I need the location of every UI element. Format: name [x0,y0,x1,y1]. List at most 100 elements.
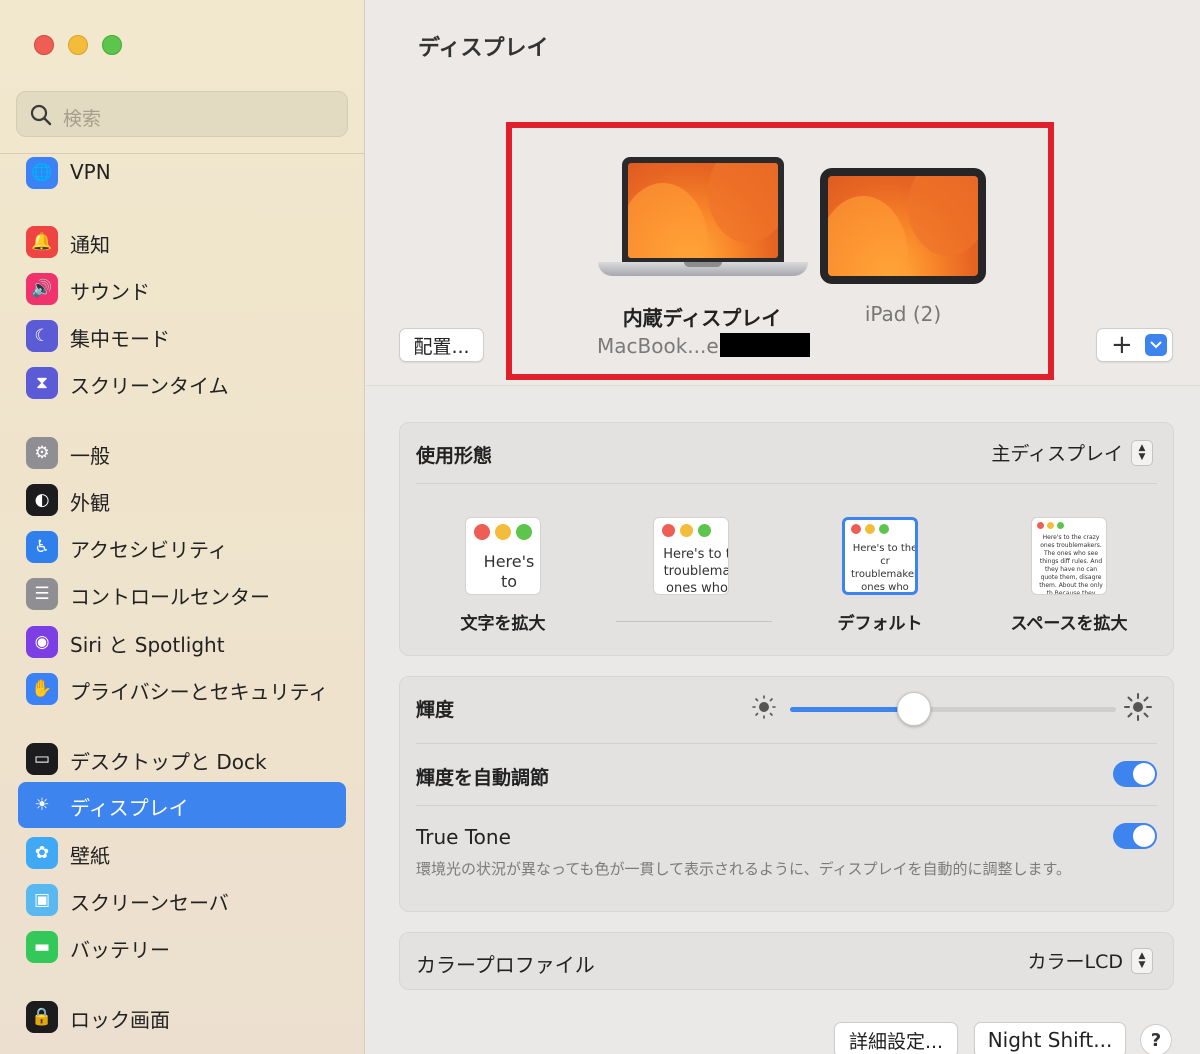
sidebar-item-16[interactable]: 🔒 ロック画面 [18,994,346,1040]
sidebar-item-label: スクリーンセーバ [70,891,229,915]
sidebar-item-9[interactable]: ◉ Siri と Spotlight [18,619,346,665]
builtin-display-thumbnail[interactable] [622,157,784,262]
dock-icon: ▭ [26,743,58,775]
globe-icon: 🌐 [26,157,58,189]
hand-icon: ✋ [26,673,58,705]
sidebar-item-label: 外観 [70,491,110,515]
row-divider [416,483,1157,484]
sidebar-item-6[interactable]: ◐ 外観 [18,477,346,523]
plus-icon: + [1111,330,1133,360]
sidebar-item-2[interactable]: 🔊 サウンド [18,266,346,312]
siri-icon: ◉ [26,626,58,658]
arrange-button[interactable]: 配置... [399,328,484,362]
sidebar-item-15[interactable]: ▬ バッテリー [18,924,346,970]
preview-text: Here's to the cr troublemakers. ones who… [851,543,918,593]
slider-knob[interactable] [896,692,931,726]
sidebar-item-label: スクリーンタイム [70,374,229,398]
chevron-down-icon[interactable] [1145,334,1167,356]
lock-icon: 🔒 [26,1001,58,1033]
toggles-icon: ☰ [26,578,58,610]
zoom-window-button[interactable] [102,35,122,55]
row-divider [416,805,1157,806]
sidebar-item-label: サウンド [70,280,150,304]
main-pane: ディスプレイ 内蔵ディスプレイ MacBook...e iPad (2) 配置.… [366,0,1200,1054]
resolution-caption: 文字を拡大 [460,614,546,634]
add-display-button[interactable]: + [1096,328,1173,362]
color-profile-card: カラープロファイル カラーLCD ▲ ▼ [399,932,1174,990]
sidebar-item-label: VPN [70,160,111,184]
auto-brightness-label: 輝度を自動調節 [416,767,550,789]
resolution-preview: Here's to the crazy ones troublemakers. … [1031,517,1107,595]
sidebar-item-7[interactable]: ♿ アクセシビリティ [18,524,346,570]
usage-label: 使用形態 [416,445,493,467]
sidebar-item-11[interactable]: ▭ デスクトップと Dock [18,736,346,782]
resolution-option-2[interactable]: Here's to t troublema ones who [616,517,772,622]
sidebar-item-label: 集中モード [70,327,170,351]
brightness-slider[interactable] [790,692,1116,726]
sidebar-item-label: コントロールセンター [70,585,270,609]
slider-fill [790,707,914,712]
sidebar-item-13[interactable]: ✿ 壁紙 [18,830,346,876]
gear-icon: ⚙ [26,437,58,469]
sidebar-item-8[interactable]: ☰ コントロールセンター [18,571,346,617]
resolution-option-default[interactable]: Here's to the cr troublemakers. ones who… [805,517,955,634]
resolution-preview: Here's to t troublema ones who [653,517,729,595]
advanced-settings-button[interactable]: 詳細設定... [834,1022,958,1054]
search-input[interactable]: 検索 [63,104,101,131]
sidebar-item-0[interactable]: 🌐 VPN [18,150,346,196]
search-field[interactable]: 検索 [16,91,348,137]
minimize-window-button[interactable] [68,35,88,55]
sidebar-item-14[interactable]: ▣ スクリーンセーバ [18,877,346,923]
speaker-icon: 🔊 [26,273,58,305]
sun-low-icon [752,695,776,719]
hourglass-icon: ⧗ [26,367,58,399]
redaction-bar [720,333,810,357]
color-profile-value: カラーLCD [1027,951,1123,973]
bell-icon: 🔔 [26,226,58,258]
sidebar-item-4[interactable]: ⧗ スクリーンタイム [18,360,346,406]
macbook-base [598,262,808,276]
stepper-icon: ▲ ▼ [1131,947,1153,974]
sidebar-item-label: デスクトップと Dock [70,750,267,774]
resolution-option-large-text[interactable]: Here's to troublem 文字を拡大 [428,517,578,634]
preview-text: Here's to t troublema ones who [663,547,729,595]
sidebar-item-label: アクセシビリティ [70,538,228,562]
sidebar-item-label: プライバシーとセキュリティ [70,680,329,704]
color-profile-popup[interactable]: カラーLCD ▲ ▼ [1028,947,1153,974]
color-profile-label: カラープロファイル [416,953,595,977]
accessibility-icon: ♿ [26,531,58,563]
auto-brightness-toggle[interactable] [1113,761,1157,787]
sidebar-item-label: Siri と Spotlight [70,633,225,657]
sidebar-item-12[interactable]: ☀ ディスプレイ [18,782,346,828]
sidebar-item-10[interactable]: ✋ プライバシーとセキュリティ [18,666,346,712]
resolution-caption: デフォルト [837,614,923,634]
ipad-display-thumbnail[interactable] [820,168,986,284]
resolution-option-more-space[interactable]: Here's to the crazy ones troublemakers. … [994,517,1144,634]
battery-icon: ▬ [26,931,58,963]
search-icon [30,104,52,126]
usage-value: 主ディスプレイ [991,443,1123,465]
preview-text: Here's to troublem [474,552,540,594]
sun-high-icon [1124,693,1152,721]
true-tone-description: 環境光の状況が異なっても色が一貫して表示されるように、ディスプレイを自動的に調整… [416,860,1072,878]
sidebar-item-1[interactable]: 🔔 通知 [18,219,346,265]
usage-popup[interactable]: 主ディスプレイ ▲ ▼ [991,439,1153,466]
help-button[interactable]: ? [1140,1024,1172,1054]
wallpaper-image [628,163,778,258]
appearance-icon: ◐ [26,484,58,516]
sidebar-item-label: バッテリー [70,938,170,962]
sidebar-item-label: 通知 [70,233,110,257]
close-window-button[interactable] [34,35,54,55]
stepper-icon: ▲ ▼ [1131,439,1153,466]
preview-text: Here's to the crazy ones troublemakers. … [1039,534,1103,595]
row-divider [416,743,1157,744]
sidebar-item-3[interactable]: ☾ 集中モード [18,313,346,359]
brightness-label: 輝度 [416,699,455,721]
usage-card: 使用形態 主ディスプレイ ▲▼ Here's to troublem 文字を拡大… [399,422,1174,656]
option-underline [616,621,772,622]
sidebar-item-5[interactable]: ⚙ 一般 [18,430,346,476]
true-tone-toggle[interactable] [1113,823,1157,849]
sun-icon: ☀ [34,795,50,815]
night-shift-button[interactable]: Night Shift... [974,1022,1126,1054]
sidebar-item-label: 一般 [70,444,110,468]
